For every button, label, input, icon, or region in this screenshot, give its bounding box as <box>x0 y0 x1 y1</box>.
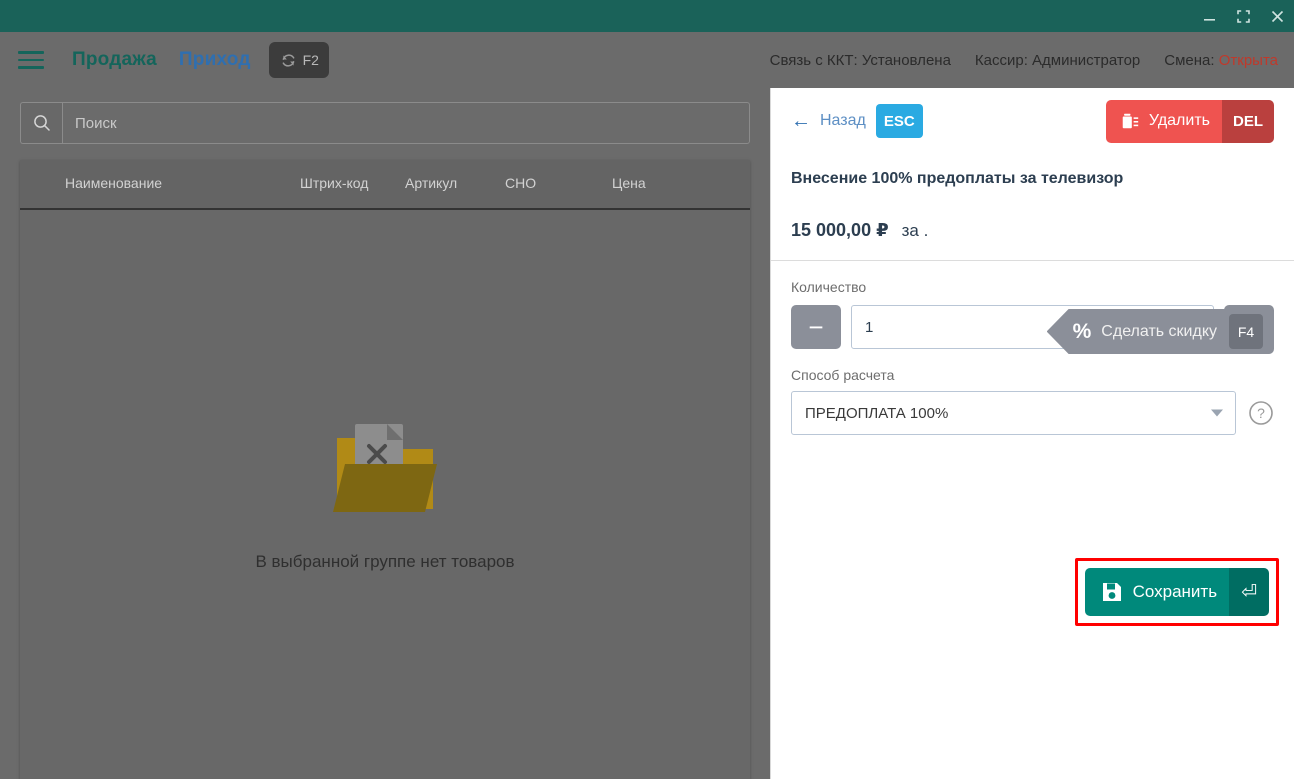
save-label: Сохранить <box>1132 582 1218 601</box>
percent-icon: % <box>1072 319 1092 343</box>
calc-method-label: Способ расчета <box>791 367 895 383</box>
calc-method-select[interactable]: ПРЕДОПЛАТА 100% <box>791 391 1236 435</box>
status-shift-label: Смена: <box>1164 51 1215 69</box>
delete-label: Удалить <box>1148 112 1210 129</box>
catalog-pane: Наименование Штрих-код Артикул СНО Цена <box>0 88 770 779</box>
status-kkt: Связь с ККТ: Установлена <box>769 51 951 69</box>
calc-method-select-wrapper: ПРЕДОПЛАТА 100% <box>791 391 1236 435</box>
save-shortcut-badge: ⏎ <box>1229 568 1269 616</box>
item-title: Внесение 100% предоплаты за телевизор <box>791 170 1124 187</box>
discount-label: Сделать скидку <box>1101 322 1217 340</box>
delete-button[interactable]: Удалить DEL <box>1105 99 1274 143</box>
minimize-button[interactable] <box>1192 0 1226 32</box>
help-circle-icon[interactable]: ? <box>1248 400 1274 426</box>
delete-shortcut-badge: DEL <box>1222 99 1274 143</box>
hamburger-menu-icon[interactable] <box>18 48 46 72</box>
maximize-button[interactable] <box>1226 0 1260 32</box>
app-header: Продажа Приход F2 Связь с ККТ: Установле… <box>0 32 1294 88</box>
close-button[interactable] <box>1260 0 1294 32</box>
column-header-barcode: Штрих-код <box>300 175 369 191</box>
table-header-row: Наименование Штрих-код Артикул СНО Цена <box>20 160 750 210</box>
save-button[interactable]: Сохранить ⏎ <box>1084 568 1269 616</box>
svg-text:?: ? <box>1257 405 1265 421</box>
chevron-down-icon <box>1211 409 1223 417</box>
esc-shortcut-badge[interactable]: ESC <box>875 104 923 138</box>
column-header-sno: СНО <box>505 175 537 191</box>
detail-panel-header: ← Назад ESC Удалить DEL <box>771 88 1294 154</box>
calc-method-row: ПРЕДОПЛАТА 100% ? <box>771 383 1294 435</box>
product-table: Наименование Штрих-код Артикул СНО Цена <box>20 160 750 779</box>
discount-button[interactable]: % Сделать скидку F4 <box>1046 309 1274 354</box>
column-header-article: Артикул <box>405 175 458 191</box>
refresh-button[interactable]: F2 <box>268 42 329 78</box>
item-detail-panel: ← Назад ESC Удалить DEL Внесение 100% пр… <box>770 88 1294 779</box>
price-row: 15 000,00 ₽ за . <box>771 188 1294 254</box>
title-bar <box>0 0 1294 32</box>
discount-shortcut-badge: F4 <box>1229 314 1263 349</box>
tab-income[interactable]: Приход <box>179 49 251 71</box>
refresh-icon <box>282 53 294 67</box>
status-shift: Смена: Открыта <box>1164 52 1278 69</box>
arrow-left-icon: ← <box>791 110 811 132</box>
save-icon <box>1102 583 1121 601</box>
search-bar <box>20 102 750 144</box>
save-button-highlight: Сохранить ⏎ <box>1074 558 1279 626</box>
column-header-name: Наименование <box>65 175 163 191</box>
item-price: 15 000,00 ₽ за . <box>791 220 928 241</box>
quantity-decrement-button[interactable]: − <box>791 305 841 349</box>
search-button[interactable] <box>20 102 62 144</box>
column-header-price: Цена <box>612 175 646 191</box>
search-input[interactable] <box>62 102 750 144</box>
close-icon <box>1271 10 1283 22</box>
item-price-unit: за . <box>901 220 929 240</box>
back-button[interactable]: ← Назад <box>791 111 866 131</box>
item-price-value: 15 000,00 ₽ <box>791 219 889 240</box>
quantity-label: Количество <box>791 279 867 295</box>
refresh-shortcut-label: F2 <box>302 52 319 68</box>
back-label: Назад <box>820 112 866 129</box>
search-icon <box>33 115 50 131</box>
status-shift-value: Открыта <box>1218 51 1278 69</box>
application-window: Продажа Приход F2 Связь с ККТ: Установле… <box>0 0 1294 779</box>
empty-state-text: В выбранной группе нет товаров <box>255 552 515 571</box>
status-group: Связь с ККТ: Установлена Кассир: Админис… <box>770 52 1278 69</box>
empty-folder-icon <box>333 424 437 512</box>
minimize-icon <box>1203 18 1215 21</box>
status-cashier: Кассир: Администратор <box>974 51 1141 69</box>
table-body-empty-state: В выбранной группе нет товаров <box>20 210 750 778</box>
trash-icon <box>1122 113 1139 129</box>
tab-sale[interactable]: Продажа <box>72 49 157 71</box>
maximize-icon <box>1236 9 1250 23</box>
